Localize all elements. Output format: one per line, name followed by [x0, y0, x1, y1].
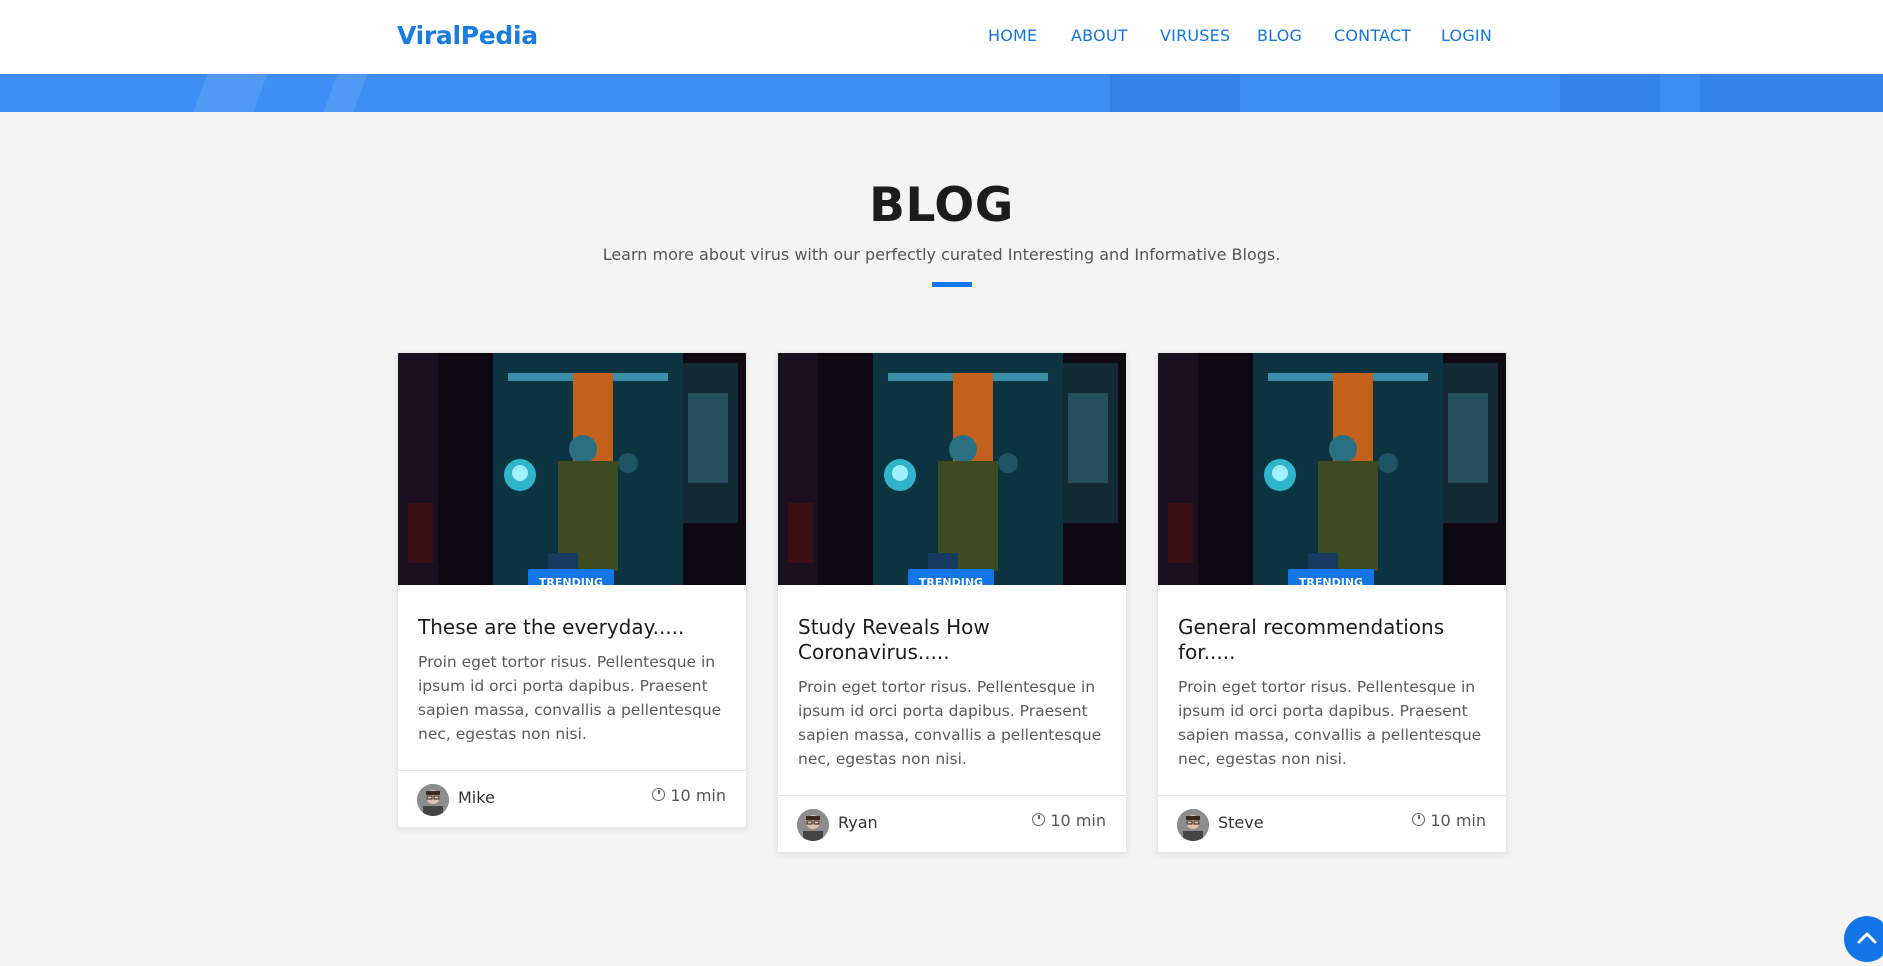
blog-card-image: TRENDING — [398, 353, 746, 585]
clock-icon — [1032, 813, 1046, 826]
blog-image-illustration — [398, 353, 746, 585]
blog-card-image: TRENDING — [1158, 353, 1506, 585]
avatar — [1177, 809, 1209, 841]
nav-blog[interactable]: BLOG — [1257, 26, 1302, 45]
author-name[interactable]: Ryan — [838, 813, 878, 832]
read-time: 10 min — [1032, 811, 1106, 830]
blog-card-excerpt: Proin eget tortor risus. Pellentesque in… — [418, 653, 722, 743]
trending-badge: TRENDING — [1288, 569, 1374, 585]
avatar-image — [797, 809, 829, 841]
clock-icon — [652, 788, 666, 801]
nav-login[interactable]: LOGIN — [1441, 26, 1492, 45]
back-to-top-button[interactable] — [1844, 916, 1883, 962]
read-time: 10 min — [652, 786, 726, 805]
read-time-value: 10 min — [670, 786, 726, 805]
avatar — [417, 784, 449, 816]
main-nav: HOME ABOUT VIRUSES BLOG CONTACT LOGIN — [0, 26, 1883, 50]
avatar-image — [1177, 809, 1209, 841]
nav-home[interactable]: HOME — [988, 26, 1037, 45]
chevron-up-icon — [1857, 932, 1877, 944]
hero-decoration — [1110, 74, 1240, 112]
page-title: BLOG — [869, 178, 1014, 233]
read-time-value: 10 min — [1050, 811, 1106, 830]
blog-image-illustration — [1158, 353, 1506, 585]
nav-about[interactable]: ABOUT — [1071, 26, 1128, 45]
trending-badge: TRENDING — [528, 569, 614, 585]
blog-card-footer: Mike 10 min — [398, 770, 746, 827]
blog-card[interactable]: TRENDING These are the everyday..... Pro… — [397, 352, 747, 828]
hero-decoration — [319, 74, 371, 112]
title-divider — [932, 282, 972, 287]
avatar — [797, 809, 829, 841]
blog-card-excerpt: Proin eget tortor risus. Pellentesque in… — [1178, 678, 1482, 768]
clock-icon — [1412, 813, 1426, 826]
blog-card-footer: Ryan 10 min — [778, 795, 1126, 852]
trending-badge: TRENDING — [908, 569, 994, 585]
blog-card[interactable]: TRENDING Study Reveals How Coronavirus..… — [777, 352, 1127, 853]
nav-viruses[interactable]: VIRUSES — [1160, 26, 1230, 45]
hero-decoration — [1700, 74, 1883, 112]
read-time: 10 min — [1412, 811, 1486, 830]
navbar: ViralPedia HOME ABOUT VIRUSES BLOG CONTA… — [0, 0, 1883, 74]
hero-banner — [0, 74, 1883, 112]
author-name[interactable]: Mike — [458, 788, 495, 807]
read-time-value: 10 min — [1430, 811, 1486, 830]
author-name[interactable]: Steve — [1218, 813, 1264, 832]
blog-card-title[interactable]: These are the everyday..... — [418, 615, 726, 640]
blog-image-illustration — [778, 353, 1126, 585]
nav-contact[interactable]: CONTACT — [1334, 26, 1411, 45]
blog-card-title[interactable]: Study Reveals How Coronavirus..... — [798, 615, 1106, 665]
blog-card-excerpt: Proin eget tortor risus. Pellentesque in… — [798, 678, 1102, 768]
blog-card[interactable]: TRENDING General recommendations for....… — [1157, 352, 1507, 853]
hero-decoration — [189, 74, 271, 112]
avatar-image — [417, 784, 449, 816]
blog-card-image: TRENDING — [778, 353, 1126, 585]
page-subtitle: Learn more about virus with our perfectl… — [602, 245, 1281, 264]
hero-decoration — [1560, 74, 1660, 112]
blog-card-title[interactable]: General recommendations for..... — [1178, 615, 1486, 665]
blog-card-footer: Steve 10 min — [1158, 795, 1506, 852]
